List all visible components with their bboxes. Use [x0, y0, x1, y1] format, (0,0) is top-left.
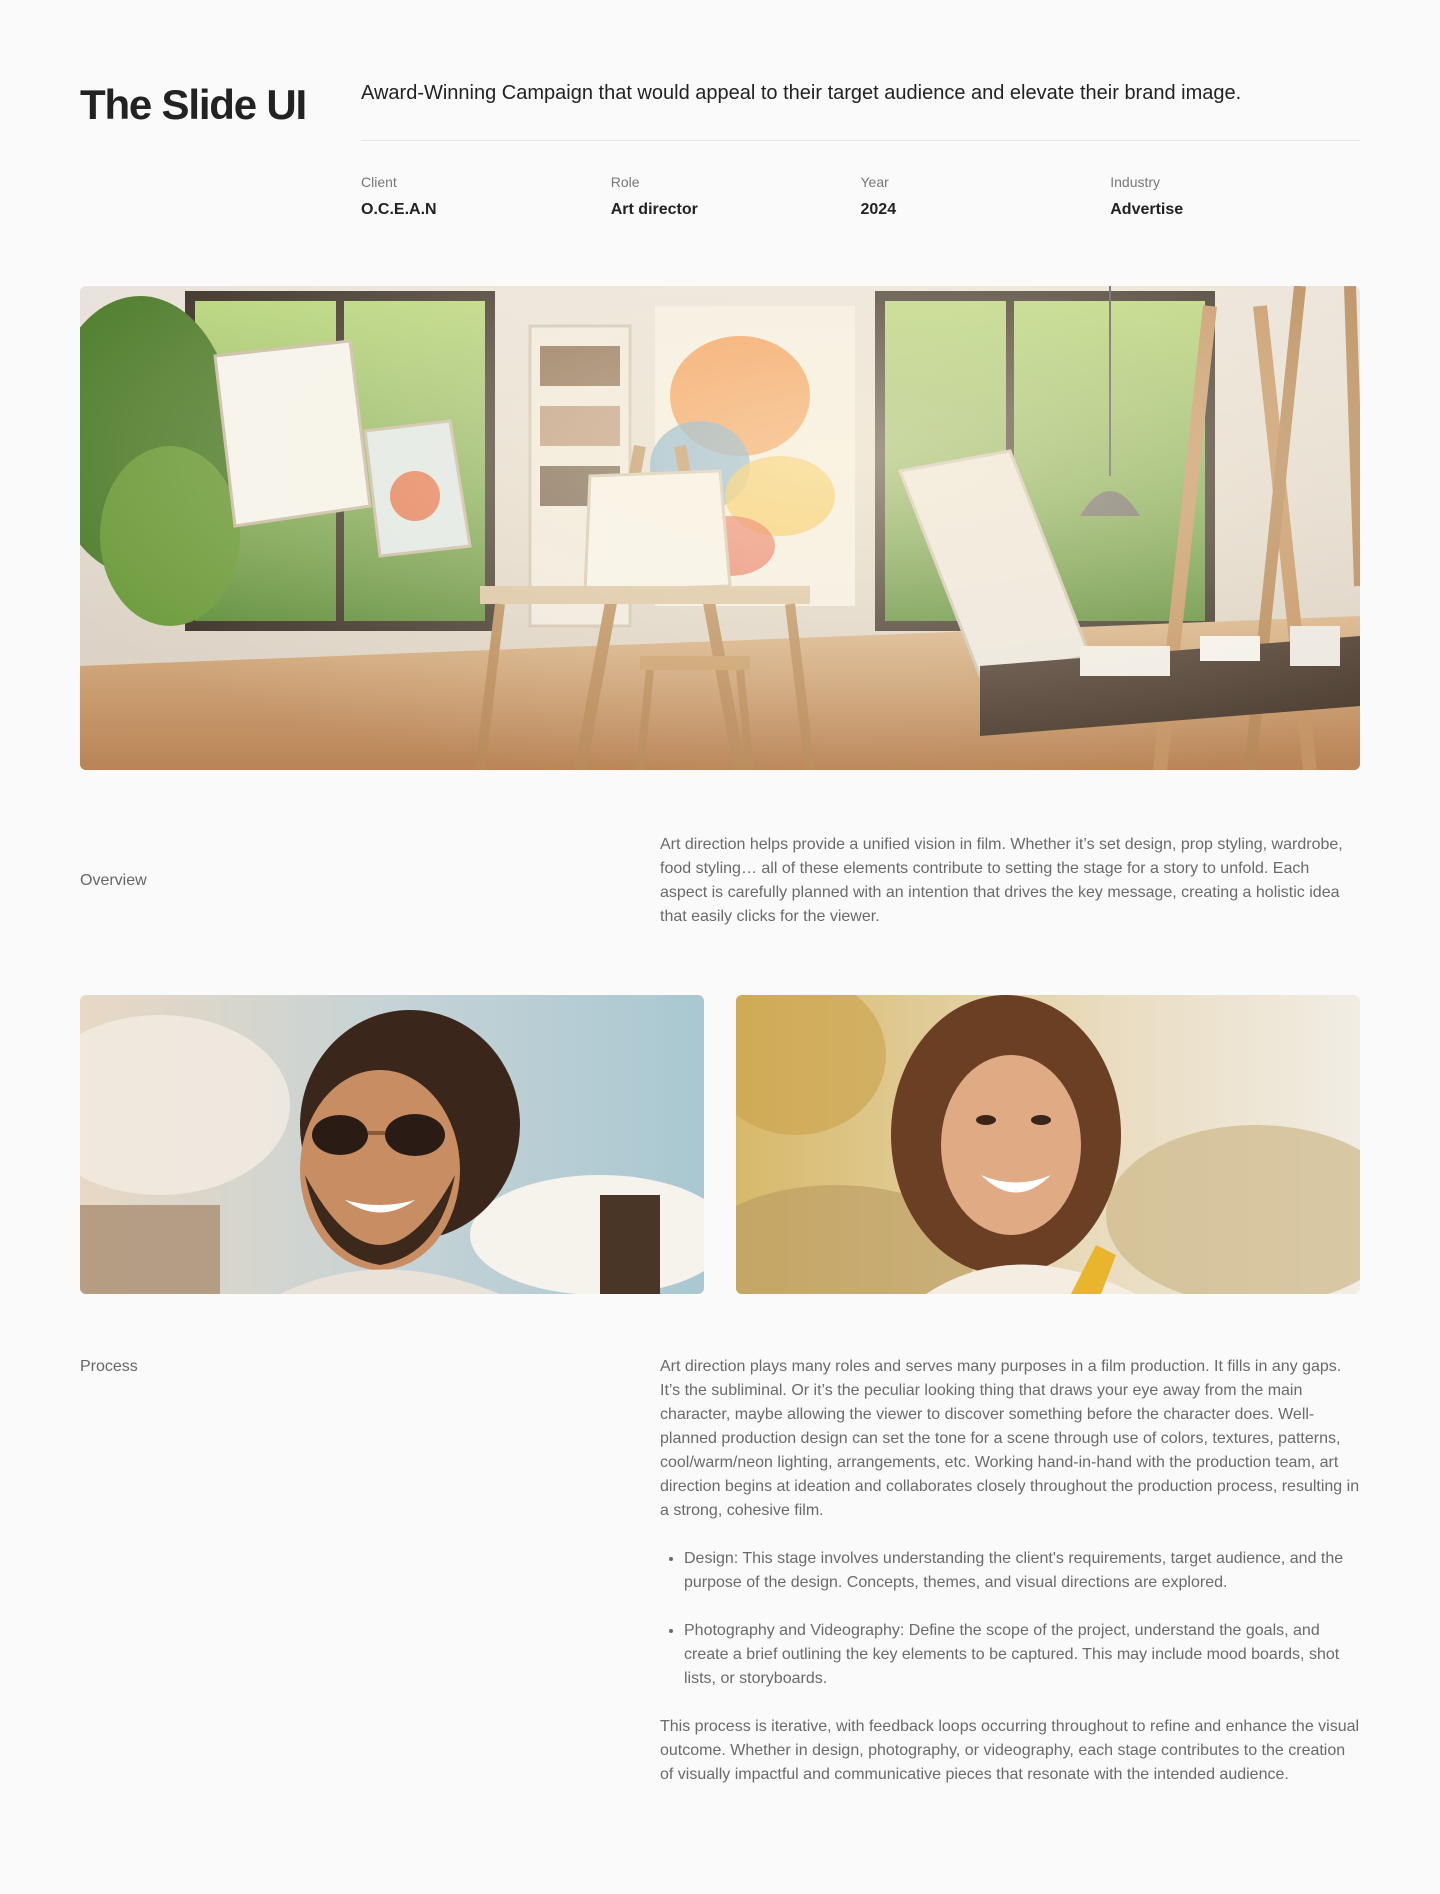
meta-year: Year 2024 — [861, 172, 1111, 220]
portrait-woman-smiling — [736, 995, 1360, 1294]
process-outro: This process is iterative, with feedback… — [660, 1718, 1360, 1783]
process-text: Art direction plays many roles and serve… — [660, 1355, 1360, 1787]
overview-label: Overview — [80, 872, 147, 889]
overview-text: Art direction helps provide a unified vi… — [660, 833, 1360, 929]
page-tagline: Award-Winning Campaign that would appeal… — [361, 82, 1242, 104]
meta-industry: Industry Advertise — [1110, 172, 1360, 220]
hero-image-art-studio — [80, 286, 1360, 770]
meta-client: Client O.C.E.A.N — [361, 172, 611, 220]
meta-value: Advertise — [1110, 201, 1184, 218]
meta-label: Role — [610, 174, 640, 190]
process-label: Process — [80, 1358, 138, 1375]
meta-label: Client — [361, 174, 397, 190]
process-step-photography: Photography and Videography: Define the … — [684, 1619, 1360, 1691]
meta-label: Year — [860, 174, 889, 190]
portrait-man-sunglasses — [80, 995, 704, 1294]
page-title: The Slide UI — [80, 81, 307, 128]
project-meta: Client O.C.E.A.N Role Art director Year … — [361, 172, 1360, 220]
meta-role: Role Art director — [611, 172, 861, 220]
meta-value: O.C.E.A.N — [361, 201, 437, 218]
meta-label: Industry — [1110, 174, 1161, 190]
man-portrait-illustration — [80, 995, 704, 1294]
process-intro: Art direction plays many roles and serve… — [660, 1358, 1360, 1519]
header-divider — [361, 140, 1360, 141]
woman-portrait-illustration — [736, 995, 1360, 1294]
meta-value: 2024 — [860, 201, 897, 218]
process-steps-list: Design: This stage involves understandin… — [660, 1547, 1360, 1691]
process-step-design: Design: This stage involves understandin… — [684, 1547, 1360, 1595]
overview-paragraph: Art direction helps provide a unified vi… — [660, 836, 1343, 925]
studio-illustration — [80, 286, 1360, 770]
meta-value: Art director — [610, 201, 698, 218]
